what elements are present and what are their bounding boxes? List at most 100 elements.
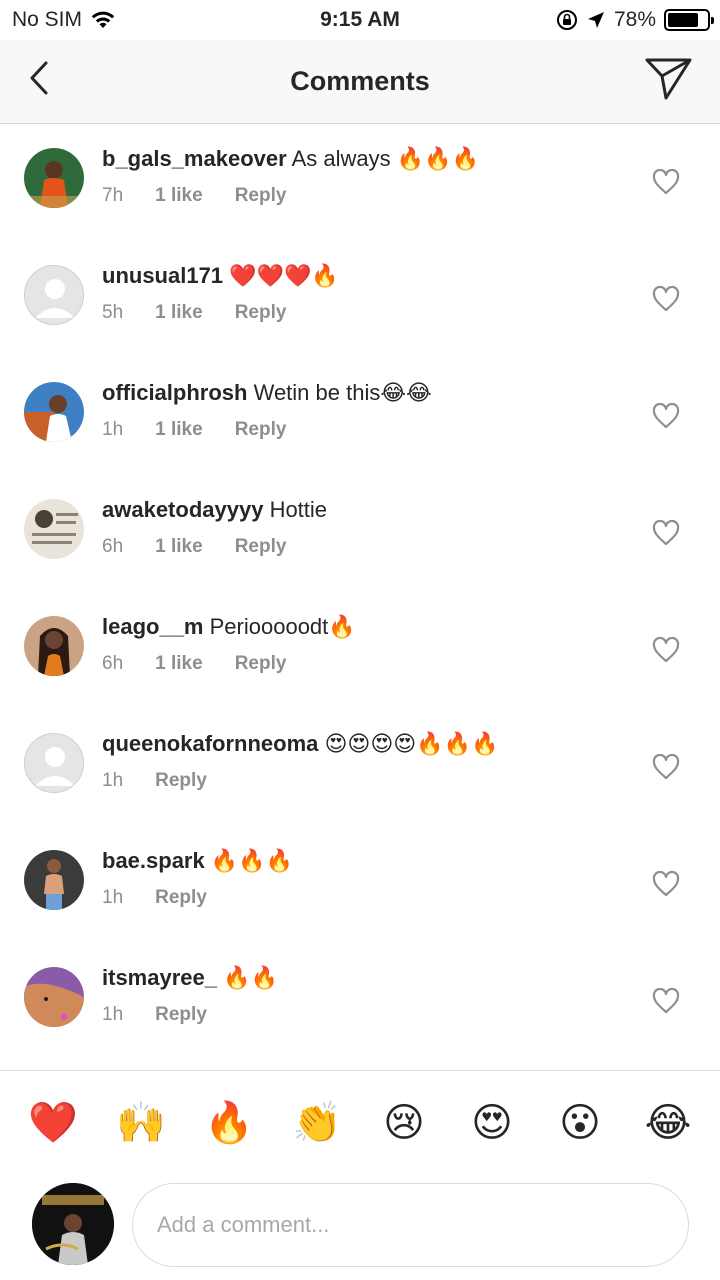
comment-text: 🔥🔥🔥 (210, 848, 294, 873)
comment-text: As always 🔥🔥🔥 (291, 146, 479, 171)
default-avatar-icon (25, 734, 83, 792)
reply-button[interactable]: Reply (155, 1004, 207, 1026)
heart-outline-icon (652, 168, 680, 195)
comment-meta: 1h Reply (102, 1004, 640, 1026)
comment-text: Hottie (269, 497, 328, 522)
comment-username[interactable]: leago__m (102, 614, 204, 639)
avatar[interactable] (24, 733, 84, 793)
comment-list: b_gals_makeover As always 🔥🔥🔥 7h 1 like … (0, 125, 720, 1061)
comment-time: 1h (102, 419, 124, 440)
like-button[interactable] (652, 519, 680, 546)
comment-row: leago__m Periooooodt🔥 6h 1 like Reply (0, 593, 720, 710)
comment-body: unusual171 ❤️❤️❤️🔥 5h 1 like Reply (102, 262, 640, 324)
comment-username[interactable]: itsmayree_ (102, 965, 217, 990)
comment-row: itsmayree_ 🔥🔥 1h Reply (0, 944, 720, 1061)
emoji-crying-button[interactable]: 😢 (380, 1099, 428, 1147)
comment-body: awaketodayyyy Hottie 6h 1 like Reply (102, 496, 640, 558)
comment-body: queenokafornneoma 😍😍😍😍🔥🔥🔥 1h Reply (102, 730, 640, 792)
reply-button[interactable]: Reply (235, 653, 287, 675)
comment-likes[interactable]: 1 like (155, 419, 203, 441)
emoji-clapping-button[interactable]: 👏 (292, 1099, 342, 1147)
avatar[interactable] (24, 616, 84, 676)
heart-outline-icon (652, 402, 680, 429)
comment-username[interactable]: b_gals_makeover (102, 146, 287, 171)
like-button[interactable] (652, 402, 680, 429)
comment-likes[interactable]: 1 like (155, 653, 203, 675)
paper-plane-icon (645, 58, 692, 100)
heart-outline-icon (652, 753, 680, 780)
heart-outline-icon (652, 285, 680, 312)
status-bar-right: 78% (556, 8, 714, 32)
comment-text: ❤️❤️❤️🔥 (229, 263, 339, 288)
comment-username[interactable]: officialphrosh (102, 380, 247, 405)
comment-username[interactable]: unusual171 (102, 263, 223, 288)
comment-text-line: awaketodayyyy Hottie (102, 496, 640, 524)
like-button[interactable] (652, 987, 680, 1014)
comment-body: bae.spark 🔥🔥🔥 1h Reply (102, 847, 640, 909)
comment-meta: 1h Reply (102, 770, 640, 792)
like-button[interactable] (652, 168, 680, 195)
comment-username[interactable]: bae.spark (102, 848, 205, 873)
comment-text: Periooooodt🔥 (209, 614, 356, 639)
reply-button[interactable]: Reply (235, 302, 287, 324)
comment-body: itsmayree_ 🔥🔥 1h Reply (102, 964, 640, 1026)
orientation-lock-icon (556, 10, 577, 30)
comment-row: b_gals_makeover As always 🔥🔥🔥 7h 1 like … (0, 125, 720, 242)
comment-text-line: leago__m Periooooodt🔥 (102, 613, 640, 641)
reply-button[interactable]: Reply (235, 419, 287, 441)
comment-body: officialphrosh Wetin be this😂😂 1h 1 like… (102, 379, 640, 441)
battery-percent: 78% (613, 8, 656, 31)
reply-button[interactable]: Reply (155, 770, 207, 792)
comment-row: awaketodayyyy Hottie 6h 1 like Reply (0, 476, 720, 593)
comment-meta: 1h 1 like Reply (102, 419, 640, 441)
emoji-heart-eyes-button[interactable]: 😍 (468, 1099, 516, 1147)
heart-outline-icon (652, 519, 680, 546)
battery-tip (711, 17, 714, 24)
emoji-red-heart-button[interactable]: ❤️ (28, 1099, 78, 1147)
comment-input[interactable] (132, 1183, 689, 1267)
heart-outline-icon (652, 870, 680, 897)
comment-meta: 1h Reply (102, 887, 640, 909)
comment-body: b_gals_makeover As always 🔥🔥🔥 7h 1 like … (102, 145, 640, 207)
comment-likes[interactable]: 1 like (155, 302, 203, 324)
comment-time: 7h (102, 185, 124, 206)
avatar[interactable] (24, 967, 84, 1027)
avatar[interactable] (24, 382, 84, 442)
like-button[interactable] (652, 753, 680, 780)
comment-meta: 7h 1 like Reply (102, 185, 640, 207)
heart-outline-icon (652, 987, 680, 1014)
like-button[interactable] (652, 285, 680, 312)
comment-time: 5h (102, 302, 124, 323)
reply-button[interactable]: Reply (235, 185, 287, 207)
comment-text-line: b_gals_makeover As always 🔥🔥🔥 (102, 145, 640, 173)
comment-composer: ❤️ 🙌 🔥 👏 😢 😍 😮 😂 (0, 1070, 720, 1280)
comment-time: 1h (102, 770, 124, 791)
reply-button[interactable]: Reply (155, 887, 207, 909)
comment-text-line: officialphrosh Wetin be this😂😂 (102, 379, 640, 407)
avatar[interactable] (24, 265, 84, 325)
avatar[interactable] (24, 499, 84, 559)
comment-row: officialphrosh Wetin be this😂😂 1h 1 like… (0, 359, 720, 476)
emoji-fire-button[interactable]: 🔥 (204, 1099, 254, 1147)
comment-username[interactable]: queenokafornneoma (102, 731, 318, 756)
reply-button[interactable]: Reply (235, 536, 287, 558)
comment-text: 😍😍😍😍🔥🔥🔥 (324, 731, 499, 756)
comment-username[interactable]: awaketodayyyy (102, 497, 263, 522)
emoji-raised-hands-button[interactable]: 🙌 (116, 1099, 166, 1147)
avatar[interactable] (24, 850, 84, 910)
comment-likes[interactable]: 1 like (155, 536, 203, 558)
default-avatar-icon (25, 266, 83, 324)
comment-time: 1h (102, 887, 124, 908)
avatar[interactable] (24, 148, 84, 208)
battery-fill (668, 13, 698, 27)
quick-emoji-bar: ❤️ 🙌 🔥 👏 😢 😍 😮 😂 (28, 1099, 692, 1147)
comment-row: unusual171 ❤️❤️❤️🔥 5h 1 like Reply (0, 242, 720, 359)
emoji-surprised-button[interactable]: 😮 (556, 1099, 604, 1147)
comment-likes[interactable]: 1 like (155, 185, 203, 207)
comment-text: Wetin be this😂😂 (253, 380, 432, 405)
like-button[interactable] (652, 870, 680, 897)
emoji-laughing-button[interactable]: 😂 (644, 1099, 692, 1147)
comment-body: leago__m Periooooodt🔥 6h 1 like Reply (102, 613, 640, 675)
like-button[interactable] (652, 636, 680, 663)
share-button[interactable] (644, 56, 694, 102)
